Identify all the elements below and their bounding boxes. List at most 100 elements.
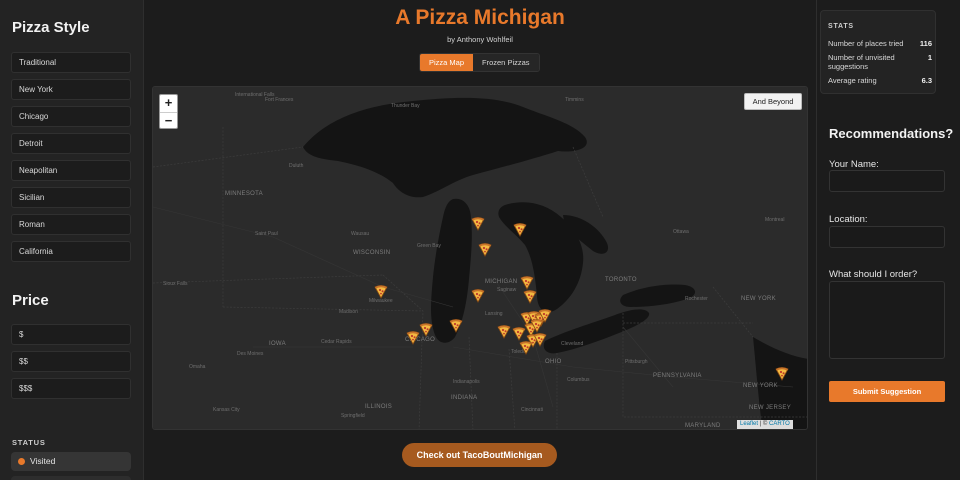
- attribution-separator: | ©: [758, 421, 769, 427]
- stats-panel: STATS Number of places tried 116 Number …: [820, 10, 936, 94]
- pizza-slice-icon[interactable]: [520, 276, 534, 290]
- status-heading: STATUS: [12, 438, 46, 447]
- pizza-slice-icon[interactable]: [449, 319, 463, 333]
- map-label-omaha: Omaha: [189, 364, 206, 370]
- zoom-control: + −: [159, 94, 178, 129]
- tab-frozen-pizzas[interactable]: Frozen Pizzas: [473, 54, 539, 71]
- map-label-indiana: INDIANA: [451, 395, 478, 401]
- view-tabs: Pizza Map Frozen Pizzas: [419, 53, 540, 72]
- page-title: A Pizza Michigan: [395, 6, 565, 29]
- map-label-kansas-city: Kansas City: [213, 407, 240, 413]
- pizza-slice-icon[interactable]: [471, 289, 485, 303]
- map-label-wausau: Wausau: [351, 231, 370, 237]
- submit-suggestion-button[interactable]: Submit Suggestion: [829, 381, 945, 402]
- style-filter-traditional[interactable]: Traditional: [11, 52, 131, 73]
- pizza-slice-icon[interactable]: [519, 341, 533, 355]
- pizza-style-list: Traditional New York Chicago Detroit Nea…: [11, 52, 131, 268]
- status-dot-icon: [18, 458, 25, 465]
- zoom-out-button[interactable]: −: [160, 112, 177, 129]
- style-filter-roman[interactable]: Roman: [11, 214, 131, 235]
- order-label: What should I order?: [829, 269, 918, 280]
- pizza-style-heading: Pizza Style: [12, 19, 90, 36]
- status-filter-visited[interactable]: Visited: [11, 452, 131, 471]
- location-input[interactable]: [829, 226, 945, 248]
- pizza-slice-icon[interactable]: [478, 243, 492, 257]
- map-label-thunder-bay: Thunder Bay: [391, 103, 420, 109]
- map-basemap: [153, 87, 807, 429]
- pizza-slice-icon[interactable]: [530, 319, 544, 333]
- stat-places-tried: Number of places tried 116: [828, 39, 932, 48]
- leaflet-link[interactable]: Leaflet: [740, 421, 758, 427]
- map-label-new-york-city: NEW YORK: [743, 383, 778, 389]
- map-label-pittsburgh: Pittsburgh: [625, 359, 648, 365]
- pizza-slice-icon[interactable]: [523, 290, 537, 304]
- status-label: Visited: [30, 456, 56, 466]
- map-label-des-moines: Des Moines: [237, 351, 264, 357]
- stat-label: Number of places tried: [828, 39, 904, 48]
- stat-label: Average rating: [828, 76, 877, 85]
- and-beyond-button[interactable]: And Beyond: [744, 93, 802, 110]
- stats-heading: STATS: [828, 23, 854, 30]
- map-label-cleveland: Cleveland: [561, 341, 584, 347]
- carto-link[interactable]: CARTO: [769, 421, 790, 427]
- stat-unvisited-suggestions: Number of unvisited suggestions 1: [828, 53, 932, 71]
- map-label-saginaw: Saginaw: [497, 287, 517, 293]
- pizza-slice-icon[interactable]: [497, 325, 511, 339]
- style-filter-sicilian[interactable]: Sicilian: [11, 187, 131, 208]
- map-label-sioux-falls: Sioux Falls: [163, 281, 188, 287]
- map-label-indianapolis: Indianapolis: [453, 379, 480, 385]
- map-label-iowa: IOWA: [269, 341, 286, 347]
- stat-value: 1: [927, 53, 932, 62]
- map-label-toronto: TORONTO: [605, 277, 637, 283]
- zoom-in-button[interactable]: +: [160, 95, 177, 112]
- map-label-new-jersey: NEW JERSEY: [749, 405, 792, 411]
- map-label-new-york-state: NEW YORK: [741, 296, 776, 302]
- map-label-michigan: MICHIGAN: [485, 279, 518, 285]
- map-label-montreal: Montreal: [765, 217, 785, 223]
- location-label: Location:: [829, 214, 868, 225]
- style-filter-new-york[interactable]: New York: [11, 79, 131, 100]
- price-filter-1[interactable]: $: [11, 324, 131, 345]
- map-label-maryland: MARYLAND: [685, 423, 721, 429]
- pizza-slice-icon[interactable]: [775, 367, 789, 381]
- pizza-slice-icon[interactable]: [374, 285, 388, 299]
- style-filter-california[interactable]: California: [11, 241, 131, 262]
- price-heading: Price: [12, 292, 49, 309]
- name-input[interactable]: [829, 170, 945, 192]
- price-filter-3[interactable]: $$$: [11, 378, 131, 399]
- map-label-timmins: Timmins: [565, 97, 584, 103]
- stat-average-rating: Average rating 6.3: [828, 76, 932, 85]
- taco-bout-michigan-button[interactable]: Check out TacoBoutMichigan: [402, 443, 557, 467]
- map-label-minnesota: MINNESOTA: [225, 191, 263, 197]
- pizza-slice-icon[interactable]: [419, 323, 433, 337]
- style-filter-chicago[interactable]: Chicago: [11, 106, 131, 127]
- stat-value: 6.3: [921, 76, 932, 85]
- map-label-wisconsin: WISCONSIN: [353, 250, 391, 256]
- name-label: Your Name:: [829, 159, 879, 170]
- pizza-slice-icon[interactable]: [513, 223, 527, 237]
- order-textarea[interactable]: [829, 281, 945, 359]
- map-label-madison: Madison: [339, 309, 358, 315]
- pizza-slice-icon[interactable]: [533, 333, 547, 347]
- pizza-slice-icon[interactable]: [471, 217, 485, 231]
- map-label-fort-frances: Fort Frances: [265, 97, 294, 103]
- map-label-green-bay: Green Bay: [417, 243, 441, 249]
- pizza-map[interactable]: International Falls Fort Frances Thunder…: [152, 86, 808, 430]
- stat-label: Number of unvisited suggestions: [828, 53, 895, 71]
- style-filter-neapolitan[interactable]: Neapolitan: [11, 160, 131, 181]
- pizza-slice-icon[interactable]: [406, 331, 420, 345]
- map-label-columbus: Columbus: [567, 377, 590, 383]
- stat-value: 116: [919, 39, 932, 48]
- map-label-cincinnati: Cincinnati: [521, 407, 543, 413]
- map-label-rochester: Rochester: [685, 296, 708, 302]
- style-filter-detroit[interactable]: Detroit: [11, 133, 131, 154]
- byline: by Anthony Wohlfeil: [447, 35, 513, 44]
- tab-pizza-map[interactable]: Pizza Map: [420, 54, 474, 71]
- map-label-saint-paul: Saint Paul: [255, 231, 278, 237]
- map-label-cedar-rapids: Cedar Rapids: [321, 339, 352, 345]
- map-label-ohio: OHIO: [545, 359, 562, 365]
- price-list: $ $$ $$$: [11, 324, 131, 405]
- status-filter-next[interactable]: [11, 476, 131, 480]
- map-label-illinois: ILLINOIS: [365, 404, 393, 410]
- price-filter-2[interactable]: $$: [11, 351, 131, 372]
